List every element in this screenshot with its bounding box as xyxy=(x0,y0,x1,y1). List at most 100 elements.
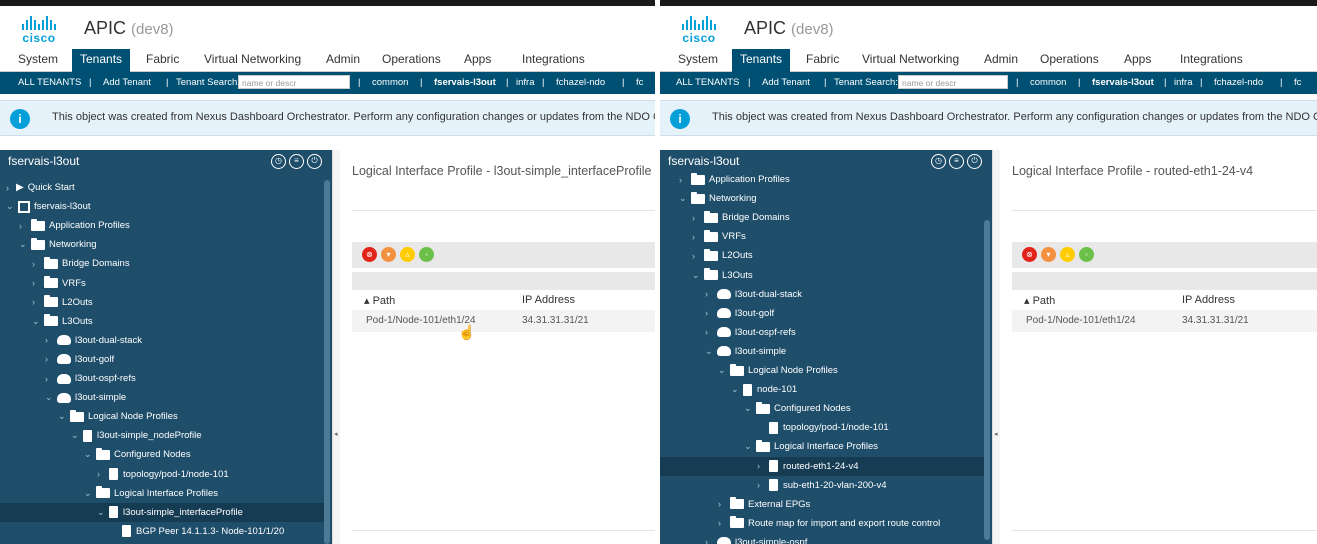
chevron-right-icon[interactable]: › xyxy=(679,175,689,185)
tree-item[interactable]: › Bridge Domains xyxy=(0,254,324,273)
tab-system[interactable]: System xyxy=(18,52,58,66)
list-icon[interactable]: ≡ xyxy=(949,154,964,169)
tenant-infra[interactable]: infra xyxy=(516,77,534,88)
major-fault-icon[interactable]: ▾ xyxy=(381,247,396,262)
table-row[interactable]: Pod-1/Node-101/eth1/24 34.31.31.31/21 xyxy=(352,310,655,332)
tree-item[interactable]: › l3out-dual-stack xyxy=(660,285,984,304)
tab-admin[interactable]: Admin xyxy=(984,52,1018,66)
pane-resizer[interactable]: ◂ xyxy=(332,150,340,544)
tree-item[interactable]: › External EPGs xyxy=(660,495,984,514)
chevron-down-icon[interactable]: ⌄ xyxy=(6,201,16,212)
all-tenants-link[interactable]: ALL TENANTS xyxy=(18,77,81,88)
tab-fabric[interactable]: Fabric xyxy=(146,52,179,66)
chevron-right-icon[interactable]: › xyxy=(32,297,42,307)
chevron-right-icon[interactable]: › xyxy=(705,537,715,544)
tree-item[interactable]: ⌄ l3out-simple xyxy=(660,342,984,361)
chevron-down-icon[interactable]: ⌄ xyxy=(731,384,741,395)
add-tenant-link[interactable]: Add Tenant xyxy=(103,77,151,88)
tree-item[interactable]: › routed-eth1-24-v4 xyxy=(660,456,984,476)
tenant-search-input[interactable]: name or descr xyxy=(238,75,350,89)
tree-item[interactable]: topology/pod-1/node-101 xyxy=(660,418,984,437)
chevron-right-icon[interactable]: › xyxy=(97,469,107,479)
tab-integrations[interactable]: Integrations xyxy=(1180,52,1243,66)
tree-item[interactable]: ⌄ L3Outs xyxy=(660,266,984,285)
chevron-right-icon[interactable]: › xyxy=(692,232,702,242)
tree-item[interactable]: › l3out-golf xyxy=(660,304,984,323)
all-tenants-link[interactable]: ALL TENANTS xyxy=(676,77,739,88)
tree-item[interactable]: › ▶ Quick Start xyxy=(0,178,324,197)
tab-tenants[interactable]: Tenants xyxy=(72,49,131,72)
minor-fault-icon[interactable]: ▵ xyxy=(400,247,415,262)
tree-item[interactable]: › l3out-ospf-refs xyxy=(660,323,984,342)
tree-item[interactable]: › Route map for import and export route c… xyxy=(660,514,984,533)
chevron-right-icon[interactable]: › xyxy=(19,221,29,231)
tree-item[interactable]: ⌄ Configured Nodes xyxy=(0,445,324,464)
tenant-fservais-l3out[interactable]: fservais-l3out xyxy=(434,77,496,88)
chevron-down-icon[interactable]: ⌄ xyxy=(84,449,94,460)
tab-fabric[interactable]: Fabric xyxy=(806,52,839,66)
critical-fault-icon[interactable]: ⊗ xyxy=(362,247,377,262)
tree-item[interactable]: ⌄ l3out-simple_interfaceProfile xyxy=(0,502,324,522)
tree-item[interactable]: › VRFs xyxy=(660,227,984,246)
chevron-right-icon[interactable]: › xyxy=(718,499,728,509)
tab-apps[interactable]: Apps xyxy=(464,52,491,66)
tab-system[interactable]: System xyxy=(678,52,718,66)
tree-item[interactable]: ⌄ Networking xyxy=(660,189,984,208)
tree-item[interactable]: BGP Peer 14.1.1.3- Node-101/1/20 xyxy=(0,522,324,541)
warning-fault-icon[interactable]: ◦ xyxy=(419,247,434,262)
tree-item[interactable]: ⌄ l3out-simple_nodeProfile xyxy=(0,426,324,445)
tree-item[interactable]: › Application Profiles xyxy=(660,170,984,189)
add-tenant-link[interactable]: Add Tenant xyxy=(762,77,810,88)
tree-item[interactable]: › L2Outs xyxy=(0,293,324,312)
tree-item[interactable]: ⌄ Networking xyxy=(0,235,324,254)
tenant-infra[interactable]: infra xyxy=(1174,77,1192,88)
chevron-down-icon[interactable]: ⌄ xyxy=(32,316,42,327)
tree-item[interactable]: › VRFs xyxy=(0,274,324,293)
chevron-right-icon[interactable]: › xyxy=(692,251,702,261)
tab-operations[interactable]: Operations xyxy=(382,52,441,66)
tenant-fchazel-ndo[interactable]: fchazel-ndo xyxy=(556,77,605,88)
tree-item[interactable]: › Bridge Domains xyxy=(660,208,984,227)
tree-item[interactable]: ⌄ fservais-l3out xyxy=(0,197,324,216)
warning-fault-icon[interactable]: ◦ xyxy=(1079,247,1094,262)
tenant-common[interactable]: common xyxy=(372,77,408,88)
major-fault-icon[interactable]: ▾ xyxy=(1041,247,1056,262)
chevron-right-icon[interactable]: › xyxy=(705,289,715,299)
tenant-fchazel-ndo[interactable]: fchazel-ndo xyxy=(1214,77,1263,88)
tree-item[interactable]: › l3out-simple-ospf xyxy=(660,533,984,544)
tab-operations[interactable]: Operations xyxy=(1040,52,1099,66)
chevron-down-icon[interactable]: ⌄ xyxy=(744,403,754,414)
chevron-down-icon[interactable]: ⌄ xyxy=(45,392,55,403)
tree-item[interactable]: › l3out-golf xyxy=(0,350,324,369)
chevron-right-icon[interactable]: › xyxy=(45,354,55,364)
chevron-down-icon[interactable]: ⌄ xyxy=(744,441,754,452)
chevron-right-icon[interactable]: › xyxy=(6,183,16,193)
power-icon[interactable]: ⏻ xyxy=(307,154,322,169)
tree-item[interactable]: › sub-eth1-20-vlan-200-v4 xyxy=(660,476,984,495)
chevron-down-icon[interactable]: ⌄ xyxy=(679,193,689,204)
chevron-right-icon[interactable]: › xyxy=(757,461,767,471)
col-path[interactable]: ▴ Path xyxy=(364,294,395,307)
chevron-down-icon[interactable]: ⌄ xyxy=(705,346,715,357)
col-ip-address[interactable]: IP Address xyxy=(522,294,575,306)
tree-item[interactable]: ⌄ Logical Node Profiles xyxy=(660,361,984,380)
chevron-right-icon[interactable]: › xyxy=(32,278,42,288)
history-icon[interactable]: ◷ xyxy=(271,154,286,169)
list-icon[interactable]: ≡ xyxy=(289,154,304,169)
tree-item[interactable]: ⌄ l3out-simple xyxy=(0,388,324,407)
tab-virtual-networking[interactable]: Virtual Networking xyxy=(204,52,301,66)
tab-integrations[interactable]: Integrations xyxy=(522,52,585,66)
pane-resizer[interactable]: ◂ xyxy=(992,150,1000,544)
chevron-right-icon[interactable]: › xyxy=(692,213,702,223)
tree-item[interactable]: › l3out-ospf-refs xyxy=(0,369,324,388)
tab-tenants[interactable]: Tenants xyxy=(732,49,791,72)
chevron-down-icon[interactable]: ⌄ xyxy=(692,270,702,281)
power-icon[interactable]: ⏻ xyxy=(967,154,982,169)
chevron-right-icon[interactable]: › xyxy=(757,480,767,490)
table-row[interactable]: Pod-1/Node-101/eth1/24 34.31.31.31/21 xyxy=(1012,310,1317,332)
chevron-down-icon[interactable]: ⌄ xyxy=(19,239,29,250)
tenant-more[interactable]: fc xyxy=(1294,77,1301,88)
chevron-right-icon[interactable]: › xyxy=(45,335,55,345)
minor-fault-icon[interactable]: ▵ xyxy=(1060,247,1075,262)
tab-apps[interactable]: Apps xyxy=(1124,52,1151,66)
